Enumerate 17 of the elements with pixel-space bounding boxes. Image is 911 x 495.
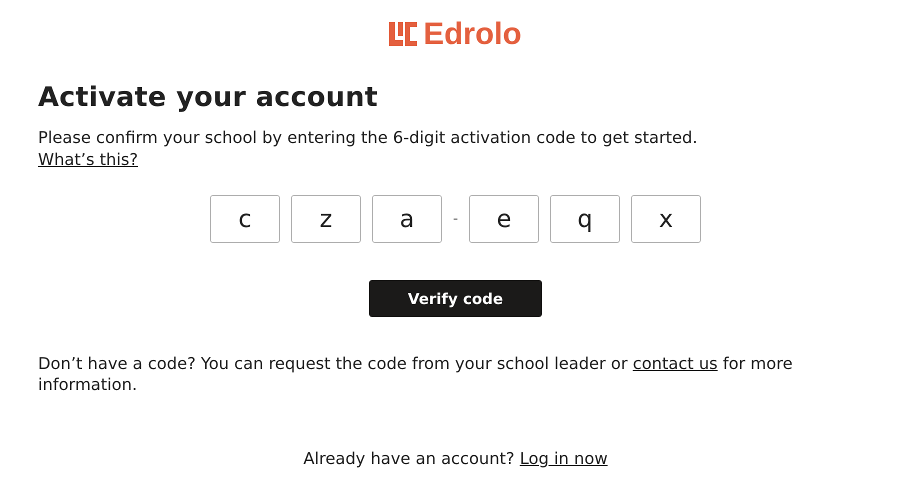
logo-text: Edrolo [423,17,522,51]
code-digit-field[interactable]: a [372,195,442,243]
intro-text: Please confirm your school by entering the 6-digit activation code to get started. [38,127,699,149]
contact-link[interactable]: contact us [632,354,718,373]
verify-button[interactable]: Verify code [369,280,542,317]
no-code-text: Don’t have a code? You can request the code from your school leader or contact us for more information. [38,353,794,395]
login-link[interactable]: Log in now [520,449,608,468]
code-digit-field[interactable]: x [631,195,702,243]
logo-icon [389,22,418,46]
help-link[interactable]: What’s this? [38,149,138,171]
login-prompt: Already have an account? [303,449,516,468]
page-title: Activate your account [38,81,380,115]
code-separator: - [452,211,458,227]
code-digit-field[interactable]: z [290,195,361,243]
code-digit-field[interactable]: q [550,195,620,243]
code-digit-field[interactable]: e [469,195,540,243]
code-digit-field[interactable]: c [210,195,280,243]
